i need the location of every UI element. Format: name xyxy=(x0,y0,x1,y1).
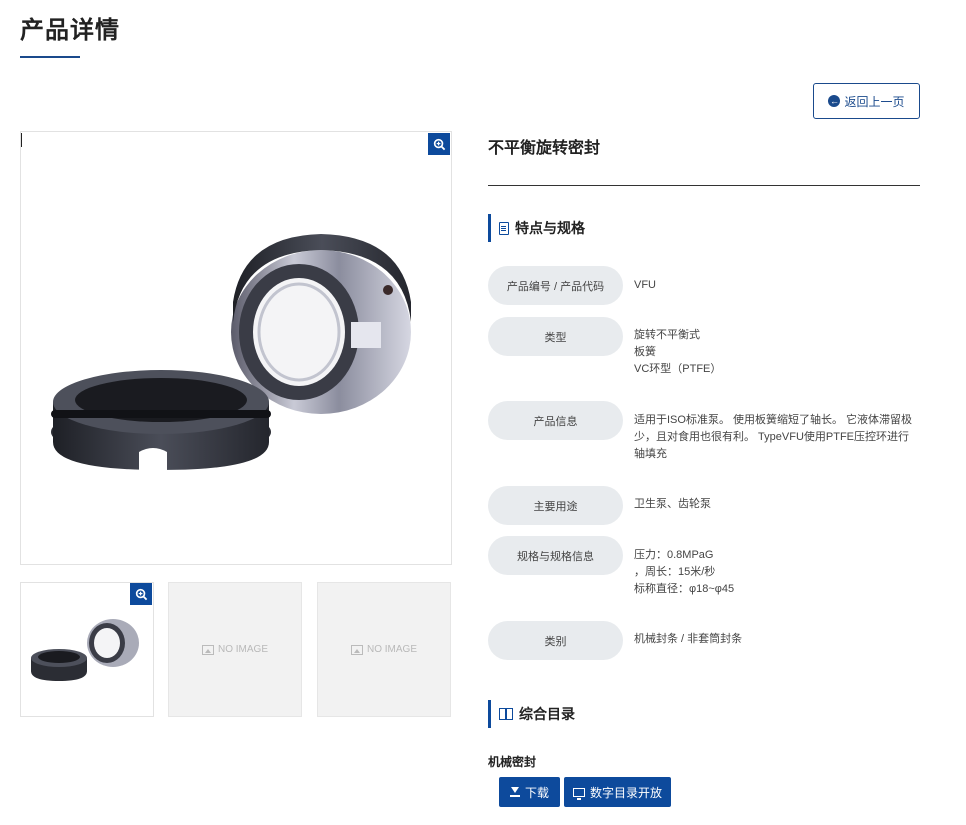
text-cursor xyxy=(21,133,22,147)
features-heading-text: 特点与规格 xyxy=(515,220,585,236)
spec-value-info: 适用于ISO标准泵。 使用板簧缩短了轴长。 它液体滞留极少，且对食用也很有利。 … xyxy=(634,412,919,463)
download-button-label: 下载 xyxy=(524,785,549,800)
spec-label-info: 产品信息 xyxy=(488,401,623,440)
image-placeholder-icon xyxy=(201,644,214,655)
no-image-label: NO IMAGE xyxy=(217,644,268,655)
book-icon xyxy=(499,708,513,720)
arrow-left-circle-icon: ← xyxy=(828,95,841,107)
main-product-image[interactable] xyxy=(20,131,452,565)
back-button-label: 返回上一页 xyxy=(844,94,905,109)
spec-label-spec: 规格与规格信息 xyxy=(488,536,623,575)
spec-line: 机械封条 / 非套筒封条 xyxy=(634,633,743,645)
thumbnail-2[interactable]: NO IMAGE xyxy=(168,582,302,717)
monitor-icon xyxy=(572,787,585,800)
download-button[interactable]: 下载 xyxy=(499,777,560,807)
catalog-item-title: 机械密封 xyxy=(488,755,537,769)
catalog-heading: 综合目录 xyxy=(488,700,575,728)
spec-value-type: 旋转不平衡式 板簧 VC环型（PTFE） xyxy=(634,327,919,378)
divider xyxy=(488,185,920,186)
spec-value-use: 卫生泵、齿轮泵 xyxy=(634,496,919,513)
page-title: 产品详情 xyxy=(20,17,120,44)
spec-line: ，周长：15米/秒 xyxy=(634,566,716,578)
spec-value-spec: 压力：0.8MPaG ，周长：15米/秒 标称直径：φ18~φ45 xyxy=(634,547,919,598)
spec-label-category: 类别 xyxy=(488,621,623,660)
back-button[interactable]: ← 返回上一页 xyxy=(813,83,920,119)
spec-line: 适用于ISO标准泵。 使用板簧缩短了轴长。 它液体滞留极少，且对食用也很有利。 … xyxy=(634,414,913,460)
spec-label-type: 类型 xyxy=(488,317,623,356)
no-image-label: NO IMAGE xyxy=(366,644,417,655)
spec-line: 板簧 xyxy=(634,346,656,358)
digital-catalog-button[interactable]: 数字目录开放 xyxy=(564,777,671,807)
spec-line: VFU xyxy=(634,279,656,291)
spec-line: 卫生泵、齿轮泵 xyxy=(634,498,711,510)
spec-value-category: 机械封条 / 非套筒封条 xyxy=(634,631,919,648)
document-icon xyxy=(499,221,509,235)
digital-catalog-label: 数字目录开放 xyxy=(589,785,662,800)
spec-line: 标称直径：φ18~φ45 xyxy=(634,583,735,595)
spec-line: VC环型（PTFE） xyxy=(634,363,722,375)
spec-label-code: 产品编号 / 产品代码 xyxy=(488,266,623,305)
thumbnail-zoom-icon[interactable] xyxy=(130,583,152,605)
spec-label-use: 主要用途 xyxy=(488,486,623,525)
spec-line: 压力：0.8MPaG xyxy=(634,549,714,561)
product-name: 不平衡旋转密封 xyxy=(488,140,601,157)
features-heading: 特点与规格 xyxy=(488,214,585,242)
mechanical-seal-photo xyxy=(51,234,411,470)
thumbnail-3[interactable]: NO IMAGE xyxy=(317,582,451,717)
title-underline xyxy=(20,56,80,58)
catalog-heading-text: 综合目录 xyxy=(519,706,575,722)
zoom-in-icon[interactable] xyxy=(428,133,450,155)
download-icon xyxy=(509,787,520,797)
image-placeholder-icon xyxy=(350,644,363,655)
spec-line: 旋转不平衡式 xyxy=(634,329,700,341)
spec-value-code: VFU xyxy=(634,277,919,294)
